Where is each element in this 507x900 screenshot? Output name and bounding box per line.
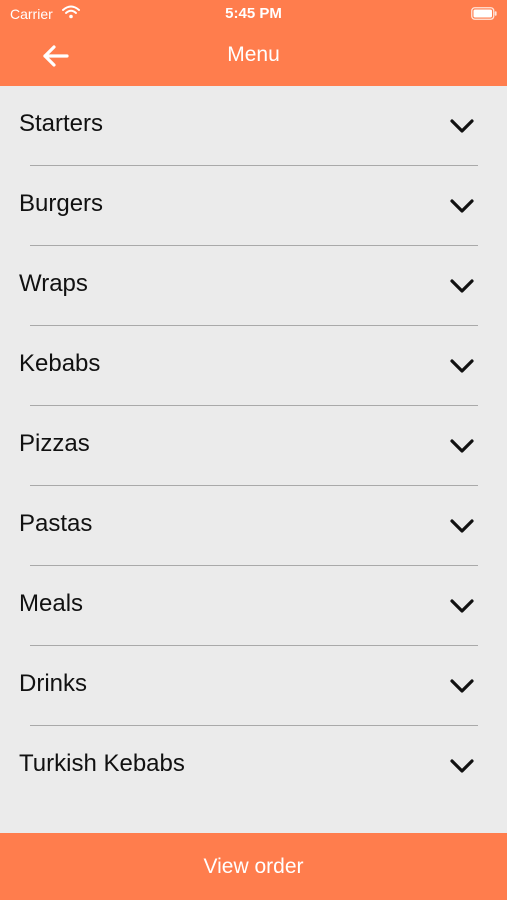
category-label: Pizzas — [19, 430, 90, 457]
chevron-down-icon — [450, 759, 474, 773]
menu-category-starters[interactable]: Starters — [0, 86, 507, 166]
menu-category-wraps[interactable]: Wraps — [0, 246, 507, 326]
category-label: Kebabs — [19, 350, 101, 377]
menu-category-turkish-kebabs[interactable]: Turkish Kebabs — [0, 726, 507, 806]
chevron-down-icon — [450, 359, 474, 373]
menu-category-pastas[interactable]: Pastas — [0, 486, 507, 566]
menu-category-pizzas[interactable]: Pizzas — [0, 406, 507, 486]
menu-category-kebabs[interactable]: Kebabs — [0, 326, 507, 406]
status-time: 5:45 PM — [225, 5, 282, 22]
category-label: Turkish Kebabs — [19, 750, 185, 777]
chevron-down-icon — [450, 439, 474, 453]
chevron-down-icon — [450, 119, 474, 133]
nav-header: Carrier 5:45 PM Menu — [0, 0, 507, 86]
category-label: Drinks — [19, 670, 88, 697]
category-label: Starters — [19, 110, 104, 137]
category-label: Burgers — [19, 190, 104, 217]
menu-category-drinks[interactable]: Drinks — [0, 646, 507, 726]
status-bar: Carrier 5:45 PM — [0, 0, 507, 28]
chevron-down-icon — [450, 519, 474, 533]
category-label: Meals — [19, 590, 84, 617]
page-title: Menu — [227, 43, 280, 66]
menu-category-burgers[interactable]: Burgers — [0, 166, 507, 246]
menu-category-list: Starters Burgers Wraps Kebabs Pizzas Pas — [0, 86, 507, 833]
menu-category-meals[interactable]: Meals — [0, 566, 507, 646]
battery-icon — [471, 7, 497, 20]
chevron-down-icon — [450, 279, 474, 293]
view-order-button[interactable]: View order — [0, 833, 507, 900]
chevron-down-icon — [450, 599, 474, 613]
category-label: Pastas — [19, 510, 93, 537]
chevron-down-icon — [450, 679, 474, 693]
category-label: Wraps — [19, 270, 88, 297]
chevron-down-icon — [450, 199, 474, 213]
